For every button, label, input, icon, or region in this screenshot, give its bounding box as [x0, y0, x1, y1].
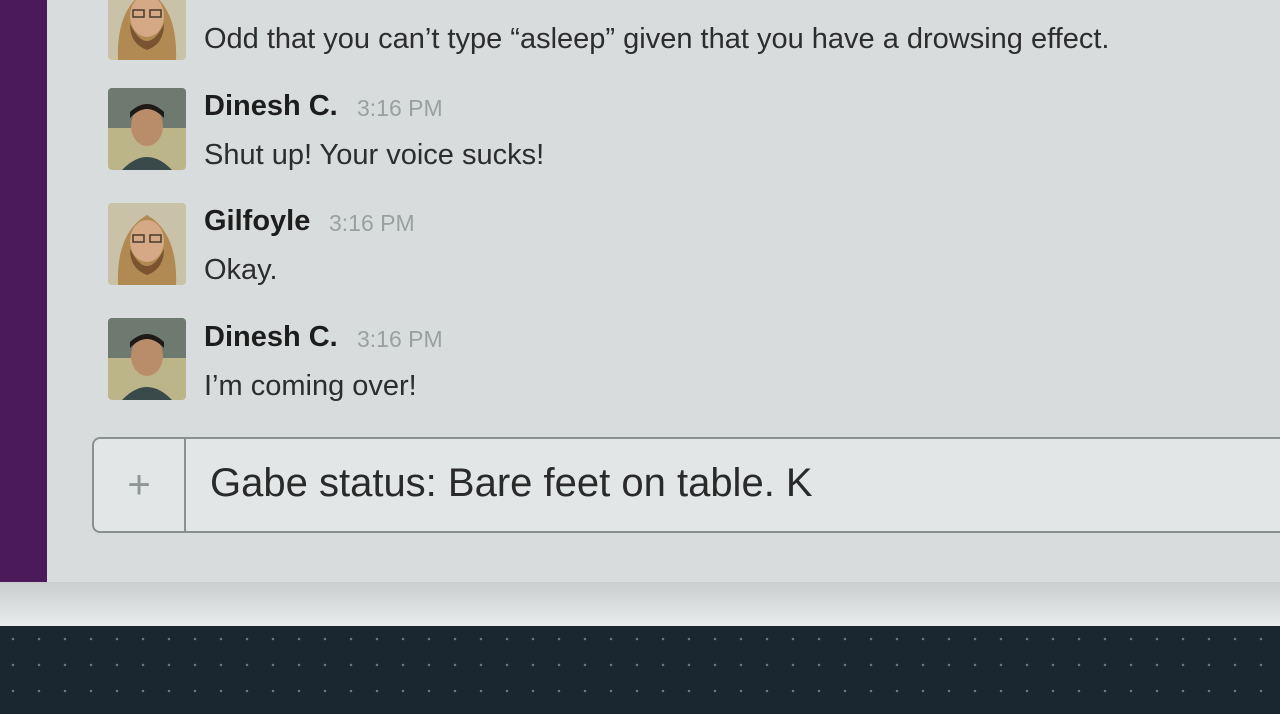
message-input[interactable]: Gabe status: Bare feet on table. K — [210, 461, 813, 506]
desk-surface — [0, 626, 1280, 714]
sender-name[interactable]: Dinesh C. — [204, 321, 338, 354]
sender-name[interactable]: Dinesh C. — [204, 90, 338, 123]
message-text: Okay. — [204, 254, 278, 286]
message-timestamp[interactable]: 3:16 PM — [329, 210, 415, 237]
sender-name[interactable]: Gilfoyle — [204, 205, 310, 238]
message-item: Dinesh C. 3:16 PM I’m coming over! — [47, 308, 1280, 424]
attach-button[interactable]: + — [94, 439, 186, 531]
message-timestamp[interactable]: 3:16 PM — [357, 326, 443, 353]
message-text: Odd that you can’t type “asleep” given t… — [204, 23, 1110, 55]
message-timestamp[interactable]: 3:16 PM — [357, 95, 443, 122]
message-text: Shut up! Your voice sucks! — [204, 139, 545, 171]
gilfoyle-avatar[interactable] — [108, 0, 186, 60]
message-item: Gilfoyle 3:16 PM Okay. — [47, 192, 1280, 308]
plus-icon: + — [127, 462, 151, 507]
message-text: I’m coming over! — [204, 370, 417, 402]
message-item: Dinesh C. 3:16 PM Shut up! Your voice su… — [47, 76, 1280, 192]
message-composer: + Gabe status: Bare feet on table. K — [92, 437, 1280, 533]
message-item: Odd that you can’t type “asleep” given t… — [47, 0, 1280, 60]
sidebar-strip — [0, 0, 47, 582]
dinesh-avatar[interactable] — [108, 318, 186, 400]
monitor-bezel — [0, 582, 1280, 626]
dinesh-avatar[interactable] — [108, 88, 186, 170]
gilfoyle-avatar[interactable] — [108, 203, 186, 285]
